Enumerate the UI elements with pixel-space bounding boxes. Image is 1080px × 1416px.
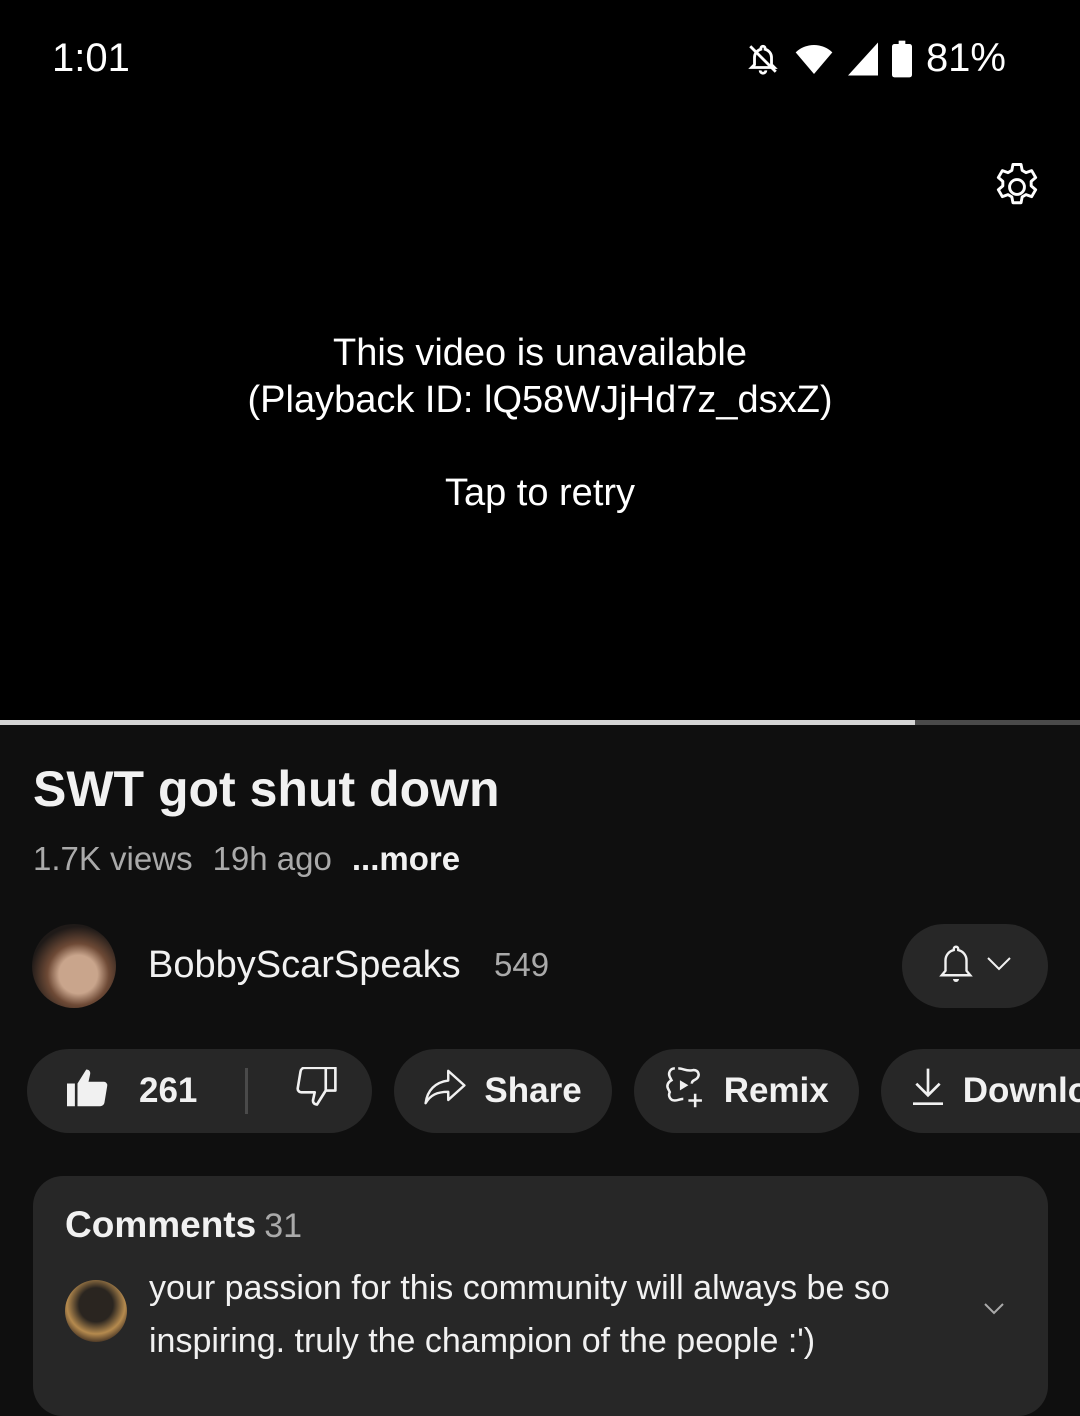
bell-icon	[938, 943, 974, 990]
download-icon	[911, 1067, 945, 1116]
notification-settings-button[interactable]	[902, 924, 1048, 1008]
thumbs-up-icon	[67, 1067, 109, 1116]
remix-label: Remix	[723, 1071, 829, 1110]
remix-button[interactable]: Remix	[633, 1049, 859, 1133]
clock: 1:01	[52, 36, 130, 80]
error-message: This video is unavailable (Playback ID: …	[0, 330, 1080, 424]
download-label: Download	[962, 1071, 1080, 1110]
share-arrow-icon	[424, 1069, 467, 1114]
video-player[interactable]: This video is unavailable (Playback ID: …	[0, 120, 1080, 720]
remix-icon	[664, 1065, 706, 1118]
like-divider	[245, 1068, 249, 1114]
thumbs-down-icon	[296, 1065, 338, 1116]
status-icons: 81%	[746, 36, 1006, 81]
channel-avatar[interactable]	[32, 924, 116, 1008]
view-count: 1.7K views	[33, 840, 193, 877]
playback-id: (Playback ID: lQ58WJjHd7z_dsxZ)	[247, 379, 833, 421]
share-button[interactable]: Share	[394, 1049, 612, 1133]
more-link[interactable]: ...more	[352, 840, 460, 878]
video-meta: 1.7K views 19h ago ...more	[33, 840, 460, 878]
battery-icon	[891, 40, 912, 78]
upload-age: 19h ago	[212, 840, 332, 877]
chevron-down-icon	[983, 1303, 1005, 1320]
progress-bar-fill	[0, 720, 915, 725]
download-button[interactable]: Download	[880, 1049, 1080, 1133]
action-bar: 261 Share Remix Download	[27, 1049, 1080, 1133]
video-title: SWT got shut down	[33, 761, 500, 817]
status-bar: 1:01 81%	[0, 0, 1080, 120]
error-title: This video is unavailable	[332, 332, 747, 374]
retry-button[interactable]: Tap to retry	[0, 472, 1080, 515]
subscriber-count: 549	[494, 946, 550, 983]
notifications-off-icon	[746, 41, 780, 77]
progress-bar[interactable]	[0, 720, 1080, 725]
like-dislike-group: 261	[27, 1049, 373, 1133]
comments-label: Comments	[65, 1204, 257, 1245]
expand-comments-button[interactable]	[983, 1302, 1005, 1321]
like-count: 261	[139, 1071, 198, 1110]
wifi-icon	[794, 42, 834, 76]
commenter-avatar	[65, 1280, 127, 1342]
like-button[interactable]: 261	[27, 1049, 227, 1133]
chevron-down-icon	[986, 956, 1012, 977]
gear-icon	[990, 163, 1044, 218]
comments-header: Comments 31	[65, 1204, 302, 1246]
comments-count: 31	[264, 1207, 303, 1245]
share-label: Share	[484, 1071, 582, 1110]
player-settings-button[interactable]	[990, 160, 1044, 214]
dislike-button[interactable]	[266, 1049, 372, 1133]
channel-row: BobbyScarSpeaks 549	[32, 922, 1048, 1008]
channel-name[interactable]: BobbyScarSpeaks	[148, 944, 461, 987]
battery-percentage: 81%	[925, 36, 1006, 80]
top-comment-text: your passion for this community will alw…	[149, 1269, 890, 1360]
comments-section[interactable]: Comments 31 your passion for this communi…	[33, 1176, 1048, 1416]
cellular-signal-icon	[847, 42, 878, 76]
